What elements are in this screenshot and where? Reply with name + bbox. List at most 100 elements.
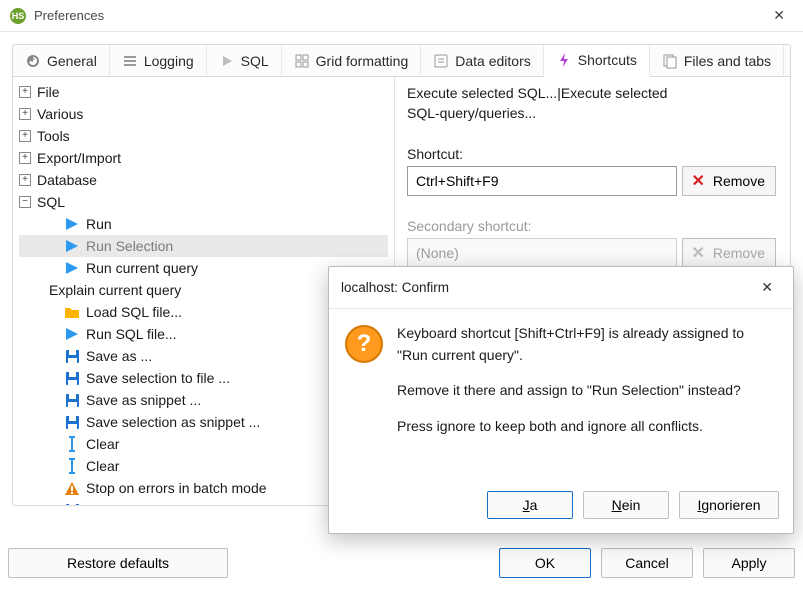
dialog-yes-rest: a [530,497,538,513]
remove-icon-disabled: ✕ [691,243,704,263]
tab-shortcuts[interactable]: Shortcuts [544,45,650,77]
apply-button[interactable]: Apply [703,548,795,578]
expand-icon[interactable]: + [19,174,31,186]
disk-icon [63,502,81,505]
dialog-titlebar: localhost: Confirm ✕ [329,267,793,309]
tree-node-various[interactable]: + Various [19,103,388,125]
tree-label: Clear [86,458,119,474]
dialog-ignore-button[interactable]: Ignorieren [679,491,779,519]
tree-label: Save as ... [86,348,152,364]
tab-icon [122,53,138,69]
secondary-shortcut-input [407,238,677,268]
disk-icon [63,392,81,408]
shortcut-label: Shortcut: [407,146,776,162]
cancel-button[interactable]: Cancel [601,548,693,578]
tab-label: Files and tabs [684,53,771,69]
footer: Restore defaults OK Cancel Apply [8,548,795,578]
ok-button[interactable]: OK [499,548,591,578]
app-icon: HS [10,8,26,24]
remove-label: Remove [713,173,765,189]
shortcut-input[interactable] [407,166,677,196]
tree-label: Tools [37,128,70,144]
ibeam-icon [63,436,81,452]
tree-label: Run current query [86,260,198,276]
tree-label: Save selection as snippet ... [86,414,260,430]
folder-icon [63,304,81,320]
tree-label: Save selection to file ... [86,370,230,386]
tree-label: Save as snippet ... [86,392,201,408]
tab-label: Shortcuts [578,52,637,68]
dialog-yes-button[interactable]: Ja [487,491,573,519]
tree-label: Load SQL file... [86,304,182,320]
tree-label: Run [86,216,112,232]
dialog-title: localhost: Confirm [341,280,449,295]
tab-label: General [47,53,97,69]
close-icon[interactable]: ✕ [765,3,793,28]
remove-icon: ✕ [691,171,704,191]
tab-general[interactable]: General [13,45,110,76]
dialog-close-icon[interactable]: ✕ [753,275,781,300]
tab-icon [556,52,572,68]
run-icon [63,326,81,342]
disk-icon [63,348,81,364]
tab-label: Logging [144,53,194,69]
tree-label: File [37,84,60,100]
expand-icon[interactable]: + [19,152,31,164]
tree-label: Wrap long lines [86,502,182,505]
tree-node-database[interactable]: + Database [19,169,388,191]
run-icon [63,260,81,276]
tree-label: Run Selection [86,238,173,254]
tab-grid-formatting[interactable]: Grid formatting [282,45,422,76]
tree-label: Run SQL file... [86,326,177,342]
window-title: Preferences [34,8,104,23]
tab-data-editors[interactable]: Data editors [421,45,543,76]
tab-sql[interactable]: SQL [207,45,282,76]
tree-label: Stop on errors in batch mode [86,480,267,496]
dialog-message: Keyboard shortcut [Shift+Ctrl+F9] is alr… [397,323,775,473]
tree-item-run-selection[interactable]: Run Selection [19,235,388,257]
disk-icon [63,370,81,386]
tree-node-file[interactable]: + File [19,81,388,103]
remove-secondary-button: ✕ Remove [682,238,776,268]
run-icon [63,216,81,232]
warn-icon [63,480,81,496]
tree-label: Export/Import [37,150,121,166]
run-icon [63,238,81,254]
question-icon: ? [345,325,383,363]
tab-icon [25,53,41,69]
tree-node-sql[interactable]: −SQL [19,191,388,213]
tree-node-tools[interactable]: + Tools [19,125,388,147]
tab-logging[interactable]: Logging [110,45,207,76]
tabs-bar: General Logging SQL Grid formatting Data edi… [13,45,790,77]
tree-label: Clear [86,436,119,452]
remove-label: Remove [713,245,765,261]
tree-label: Various [37,106,83,122]
tab-label: Grid formatting [316,53,409,69]
tree-node-export-import[interactable]: + Export/Import [19,147,388,169]
tab-files-and-tabs[interactable]: Files and tabs [650,45,784,76]
expand-icon[interactable]: − [19,196,31,208]
tab-icon [662,53,678,69]
restore-defaults-button[interactable]: Restore defaults [8,548,228,578]
expand-icon[interactable]: + [19,86,31,98]
tab-icon [294,53,310,69]
expand-icon[interactable]: + [19,130,31,142]
tree-label: Explain current query [49,282,181,298]
secondary-shortcut-label: Secondary shortcut: [407,218,776,234]
ibeam-icon [63,458,81,474]
titlebar: HS Preferences ✕ [0,0,803,32]
expand-icon[interactable]: + [19,108,31,120]
tree-item-run[interactable]: Run [19,213,388,235]
shortcut-description: Execute selected SQL...|Execute selected… [407,83,776,124]
dialog-no-rest: ein [622,497,641,513]
dialog-no-button[interactable]: Nein [583,491,669,519]
tab-label: SQL [241,53,269,69]
tab-label: Data editors [455,53,530,69]
tab-icon [219,53,235,69]
dialog-ignore-rest: gnorieren [701,497,760,513]
remove-shortcut-button[interactable]: ✕ Remove [682,166,776,196]
disk-icon [63,414,81,430]
confirm-dialog: localhost: Confirm ✕ ? Keyboard shortcut… [328,266,794,534]
tree-label: SQL [37,194,65,210]
tree-label: Database [37,172,97,188]
